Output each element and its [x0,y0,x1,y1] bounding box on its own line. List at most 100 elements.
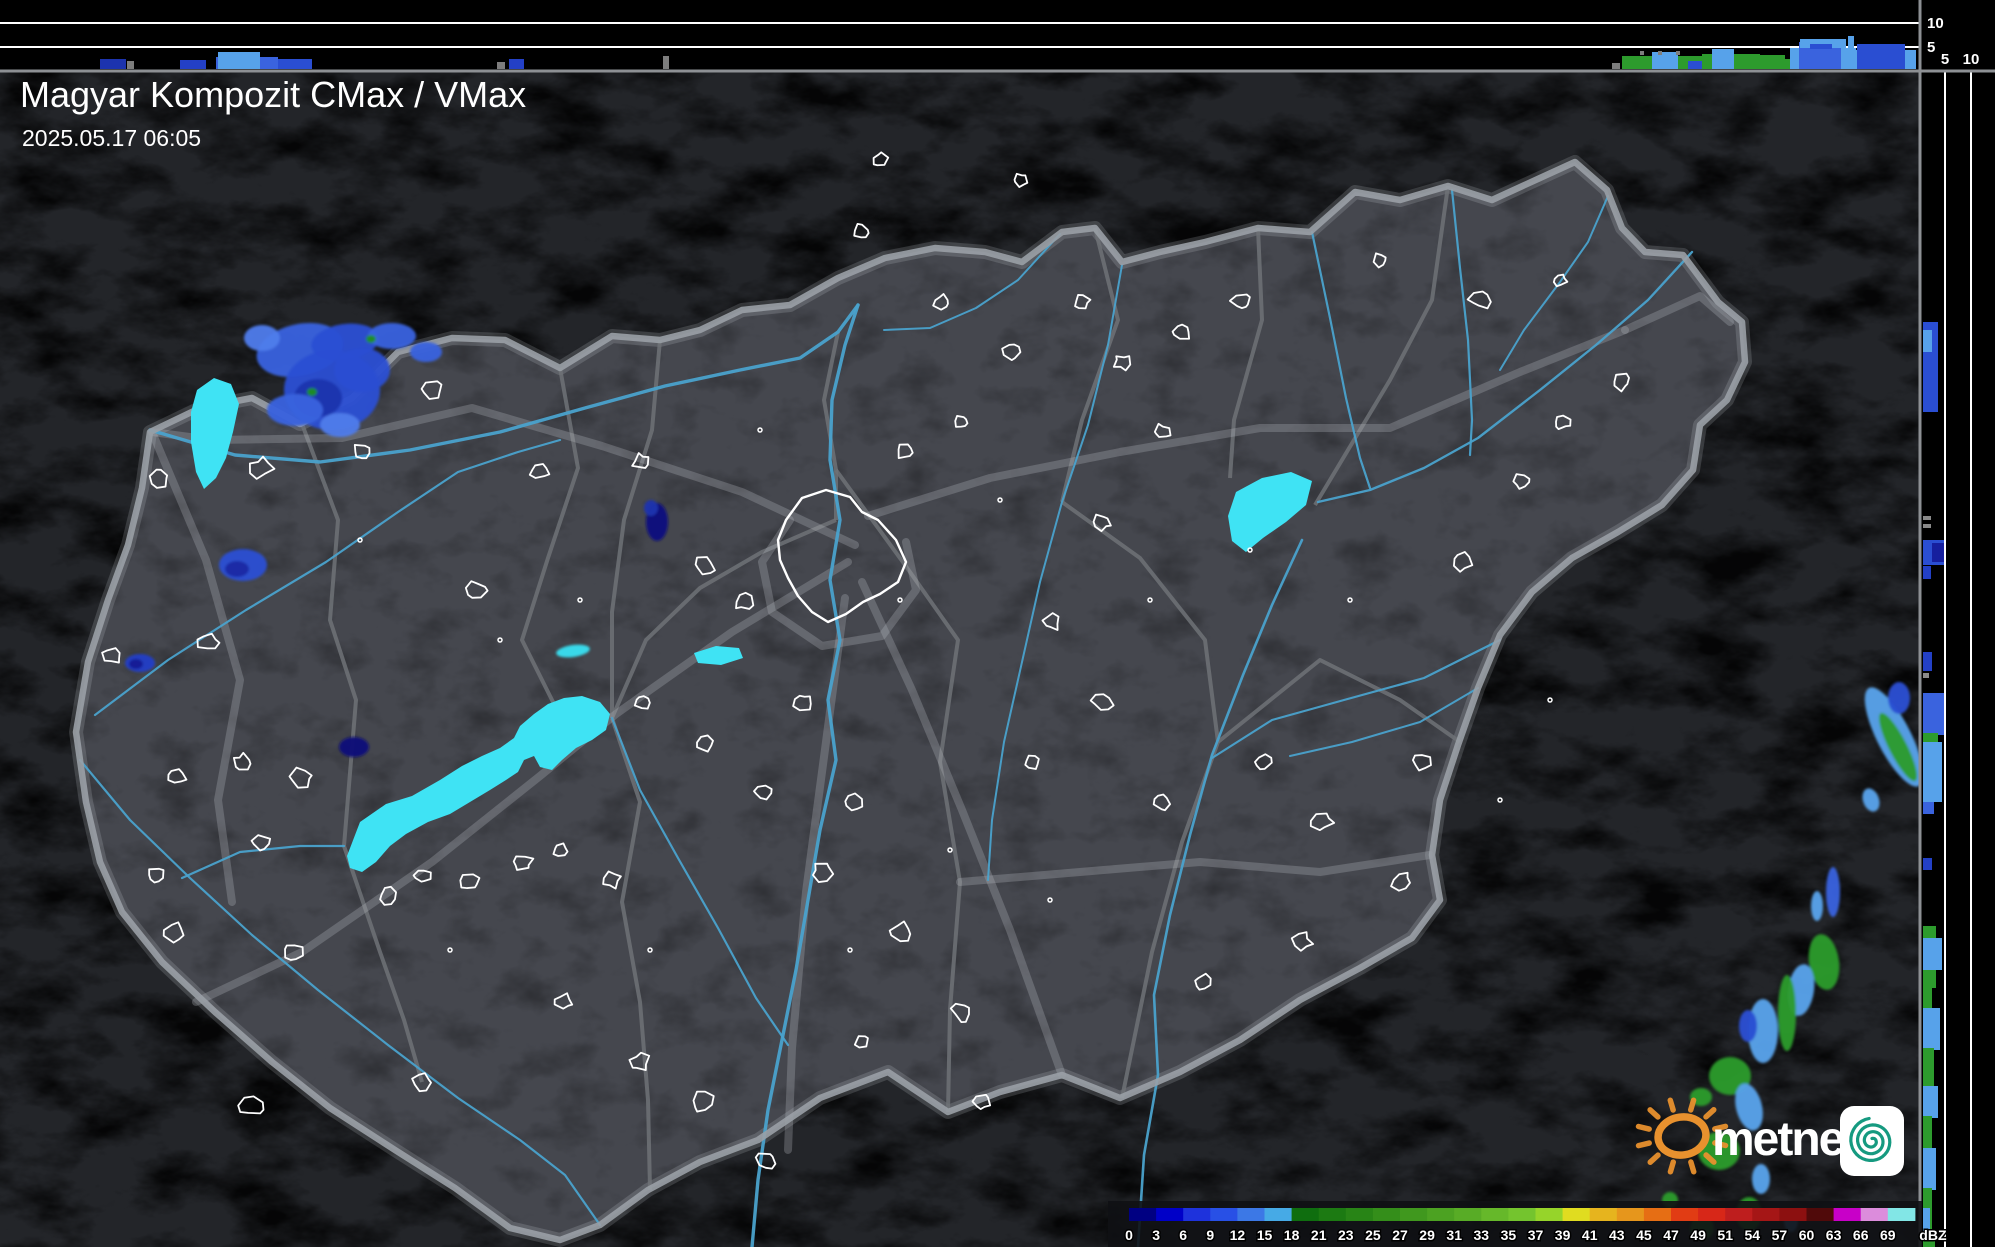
profile-echo [1612,63,1620,69]
legend-tick: 27 [1392,1227,1408,1243]
profile-echo [497,62,505,69]
legend-tick: 3 [1152,1227,1160,1243]
profile-echo [1923,858,1932,870]
page-title: Magyar Kompozit CMax / VMax [20,74,526,115]
radar-echo [1778,975,1796,1051]
legend-cell [1535,1208,1564,1221]
legend-tick: 31 [1446,1227,1462,1243]
legend-cell [1698,1208,1726,1221]
legend-cell [1210,1208,1238,1221]
profile-echo [1923,742,1942,802]
legend-tick: 25 [1365,1227,1381,1243]
profile-echo [1923,693,1944,735]
legend-cell [1752,1208,1780,1221]
legend-cell [1887,1208,1916,1221]
legend-cell [1643,1208,1672,1221]
radar-echo [320,413,360,437]
profile-echo [100,59,126,69]
profile-echo [127,61,134,69]
profile-echo [1640,51,1644,55]
profile-echo [1923,330,1932,352]
legend-cell [1264,1208,1293,1221]
legend-tick: 57 [1772,1227,1788,1243]
radar-echo [1739,1010,1757,1042]
radar-echo [267,394,323,426]
legend-tick: 43 [1609,1227,1625,1243]
profile-echo [1712,49,1734,69]
profile-echo [1932,543,1944,562]
legend-tick: 60 [1799,1227,1815,1243]
legend-cell [1671,1208,1699,1221]
legend-cell [1860,1208,1889,1221]
legend-cell [1562,1208,1591,1221]
legend-tick: 18 [1284,1227,1300,1243]
radar-echo [410,342,442,362]
legend-cell [1400,1208,1428,1221]
legend-tick: 39 [1555,1227,1571,1243]
metnet-wordmark: metnet [1712,1113,1859,1166]
legend-cell [1345,1208,1374,1221]
legend-cell [1454,1208,1482,1221]
top-profile-panel: 10 5 [0,0,1995,71]
legend-cell [1237,1208,1265,1221]
timestamp-label: 2025.05.17 06:05 [22,125,201,151]
profile-echo [509,59,524,69]
radar-echo [1811,891,1823,921]
legend-cell [1481,1208,1509,1221]
terrain-background [0,0,1995,1247]
legend-tick: 69 [1880,1227,1896,1243]
radar-echo [129,659,143,669]
legend-cell [1318,1208,1347,1221]
right-profile-panel: 5 10 [1920,51,1995,1247]
legend-cell [1779,1208,1807,1221]
legend-cell [1156,1208,1184,1221]
profile-echo [1923,1086,1938,1118]
dbz-color-scale: 0 3 6 9 12 15 18 21 23 25 27 29 31 33 35 37 39 41 43 45 47 49… [1108,1201,1948,1247]
legend-tick: 47 [1663,1227,1679,1243]
top-panel-ytick: 5 [1927,39,1935,56]
legend-tick: 6 [1179,1227,1187,1243]
legend-tick: 51 [1717,1227,1733,1243]
radar-map-canvas: 105 5 10 Magyar Kompozit CMax / VMax 2025… [0,0,1995,1247]
profile-echo [1923,802,1934,814]
radar-echo [1752,1164,1770,1194]
legend-tick: 54 [1745,1227,1761,1243]
legend-cell [1616,1208,1645,1221]
profile-echo [180,60,206,69]
profile-echo [1923,673,1929,678]
top-panel-ytick: 10 [1927,15,1944,32]
legend-cell [1183,1208,1211,1221]
profile-echo [218,52,260,69]
legend-tick: 9 [1206,1227,1214,1243]
profile-echo [1923,652,1932,671]
legend-tick: 35 [1501,1227,1517,1243]
legend-tick: 45 [1636,1227,1652,1243]
profile-echo [1747,55,1785,69]
right-panel-xtick: 5 [1941,51,1949,68]
radar-app-window: 10 5 5 10 Magyar Kompozit CMax / VMax 2025… [0,0,1995,1247]
radar-echo [334,348,390,392]
radar-echo [368,323,416,349]
legend-tick: 49 [1690,1227,1706,1243]
radar-echo [366,335,376,343]
legend-tick: 29 [1419,1227,1435,1243]
legend-tick: 37 [1528,1227,1544,1243]
legend-cell [1508,1208,1536,1221]
legend-tick: 12 [1230,1227,1246,1243]
profile-echo [1923,938,1942,970]
legend-tick: 0 [1125,1227,1133,1243]
legend-cell [1589,1208,1618,1221]
profile-echo [663,56,669,69]
legend-cell [1806,1208,1835,1221]
legend-tick: 63 [1826,1227,1842,1243]
profile-echo [278,59,312,69]
legend-cell [1129,1208,1157,1221]
legend-tick: 33 [1474,1227,1490,1243]
profile-echo [1676,51,1680,55]
profile-echo [1923,1008,1940,1050]
legend-cell [1372,1208,1401,1221]
legend-cell [1833,1208,1862,1221]
legend-tick: 15 [1257,1227,1273,1243]
radar-echo [307,388,317,396]
radar-echo [339,737,369,757]
